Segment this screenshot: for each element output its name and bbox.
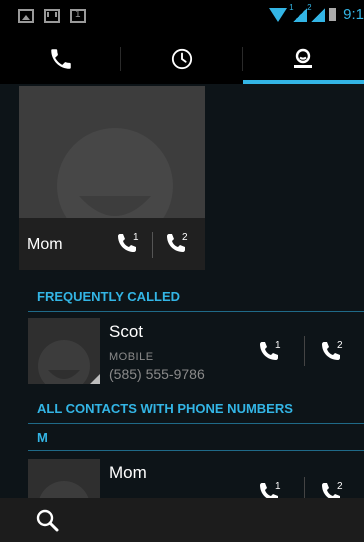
section-header-frequently-called: FREQUENTLY CALLED bbox=[28, 284, 364, 312]
tab-bar bbox=[0, 34, 364, 84]
call-sim1-icon: 1 bbox=[118, 232, 139, 252]
sim1-label: 1 bbox=[289, 2, 294, 12]
sim2-badge: 2 bbox=[182, 232, 188, 243]
tab-phone[interactable] bbox=[0, 34, 122, 84]
contacts-person-icon bbox=[294, 48, 313, 68]
gmail-icon bbox=[44, 9, 60, 23]
signal-sim1-icon: 1 bbox=[289, 3, 308, 22]
call-sim2-button[interactable]: 2 bbox=[162, 230, 192, 261]
battery-icon bbox=[329, 8, 337, 21]
signal-sim2-icon: 2 bbox=[307, 3, 326, 22]
phone-type: MOBILE bbox=[109, 351, 154, 363]
wifi-icon bbox=[269, 7, 288, 22]
contact-name: Scot bbox=[109, 322, 144, 341]
call-sim1-button[interactable]: 1 bbox=[113, 230, 143, 261]
sim2-badge: 2 bbox=[337, 481, 343, 492]
quick-contact-corner bbox=[90, 374, 100, 384]
picture-icon bbox=[18, 9, 34, 23]
calendar-icon bbox=[70, 9, 86, 23]
sim2-label: 2 bbox=[307, 2, 312, 12]
sim1-badge: 1 bbox=[133, 232, 139, 243]
clock-time: 9:1 bbox=[343, 6, 364, 23]
contact-name: Mom bbox=[109, 463, 147, 482]
search-button[interactable] bbox=[34, 508, 64, 534]
tab-contacts[interactable] bbox=[242, 34, 364, 84]
sim2-badge: 2 bbox=[337, 340, 343, 351]
contact-avatar-icon bbox=[57, 128, 173, 218]
status-bar: 1 2 9:1 bbox=[0, 0, 364, 34]
call-divider bbox=[152, 232, 153, 258]
call-divider bbox=[304, 336, 305, 366]
call-sim2-icon: 2 bbox=[167, 232, 188, 252]
favorite-photo-placeholder bbox=[19, 86, 205, 218]
search-icon bbox=[36, 509, 59, 532]
list-item[interactable]: Scot MOBILE (585) 555-9786 1 2 bbox=[28, 318, 364, 384]
favorite-contact-card[interactable]: Mom 1 2 bbox=[19, 86, 205, 270]
favorite-name-bar: Mom 1 2 bbox=[19, 218, 205, 270]
favorite-name: Mom bbox=[27, 236, 63, 253]
call-sim1-icon: 1 bbox=[260, 340, 281, 360]
phone-icon bbox=[50, 49, 71, 69]
sim1-badge: 1 bbox=[275, 481, 281, 492]
avatar[interactable] bbox=[28, 318, 100, 384]
bottom-action-bar bbox=[0, 498, 364, 542]
section-header-all-contacts: ALL CONTACTS WITH PHONE NUMBERS bbox=[28, 396, 364, 424]
call-sim2-icon: 2 bbox=[322, 340, 343, 360]
notification-icons bbox=[18, 9, 86, 23]
tab-recent[interactable] bbox=[121, 34, 243, 84]
call-sim1-button[interactable]: 1 bbox=[255, 338, 285, 369]
call-sim2-button[interactable]: 2 bbox=[317, 338, 347, 369]
recent-clock-icon bbox=[171, 48, 193, 70]
sim1-badge: 1 bbox=[275, 340, 281, 351]
section-header-letter-m: M bbox=[28, 427, 364, 451]
system-icons: 1 2 9:1 bbox=[269, 3, 364, 23]
phone-number: (585) 555-9786 bbox=[109, 366, 205, 382]
